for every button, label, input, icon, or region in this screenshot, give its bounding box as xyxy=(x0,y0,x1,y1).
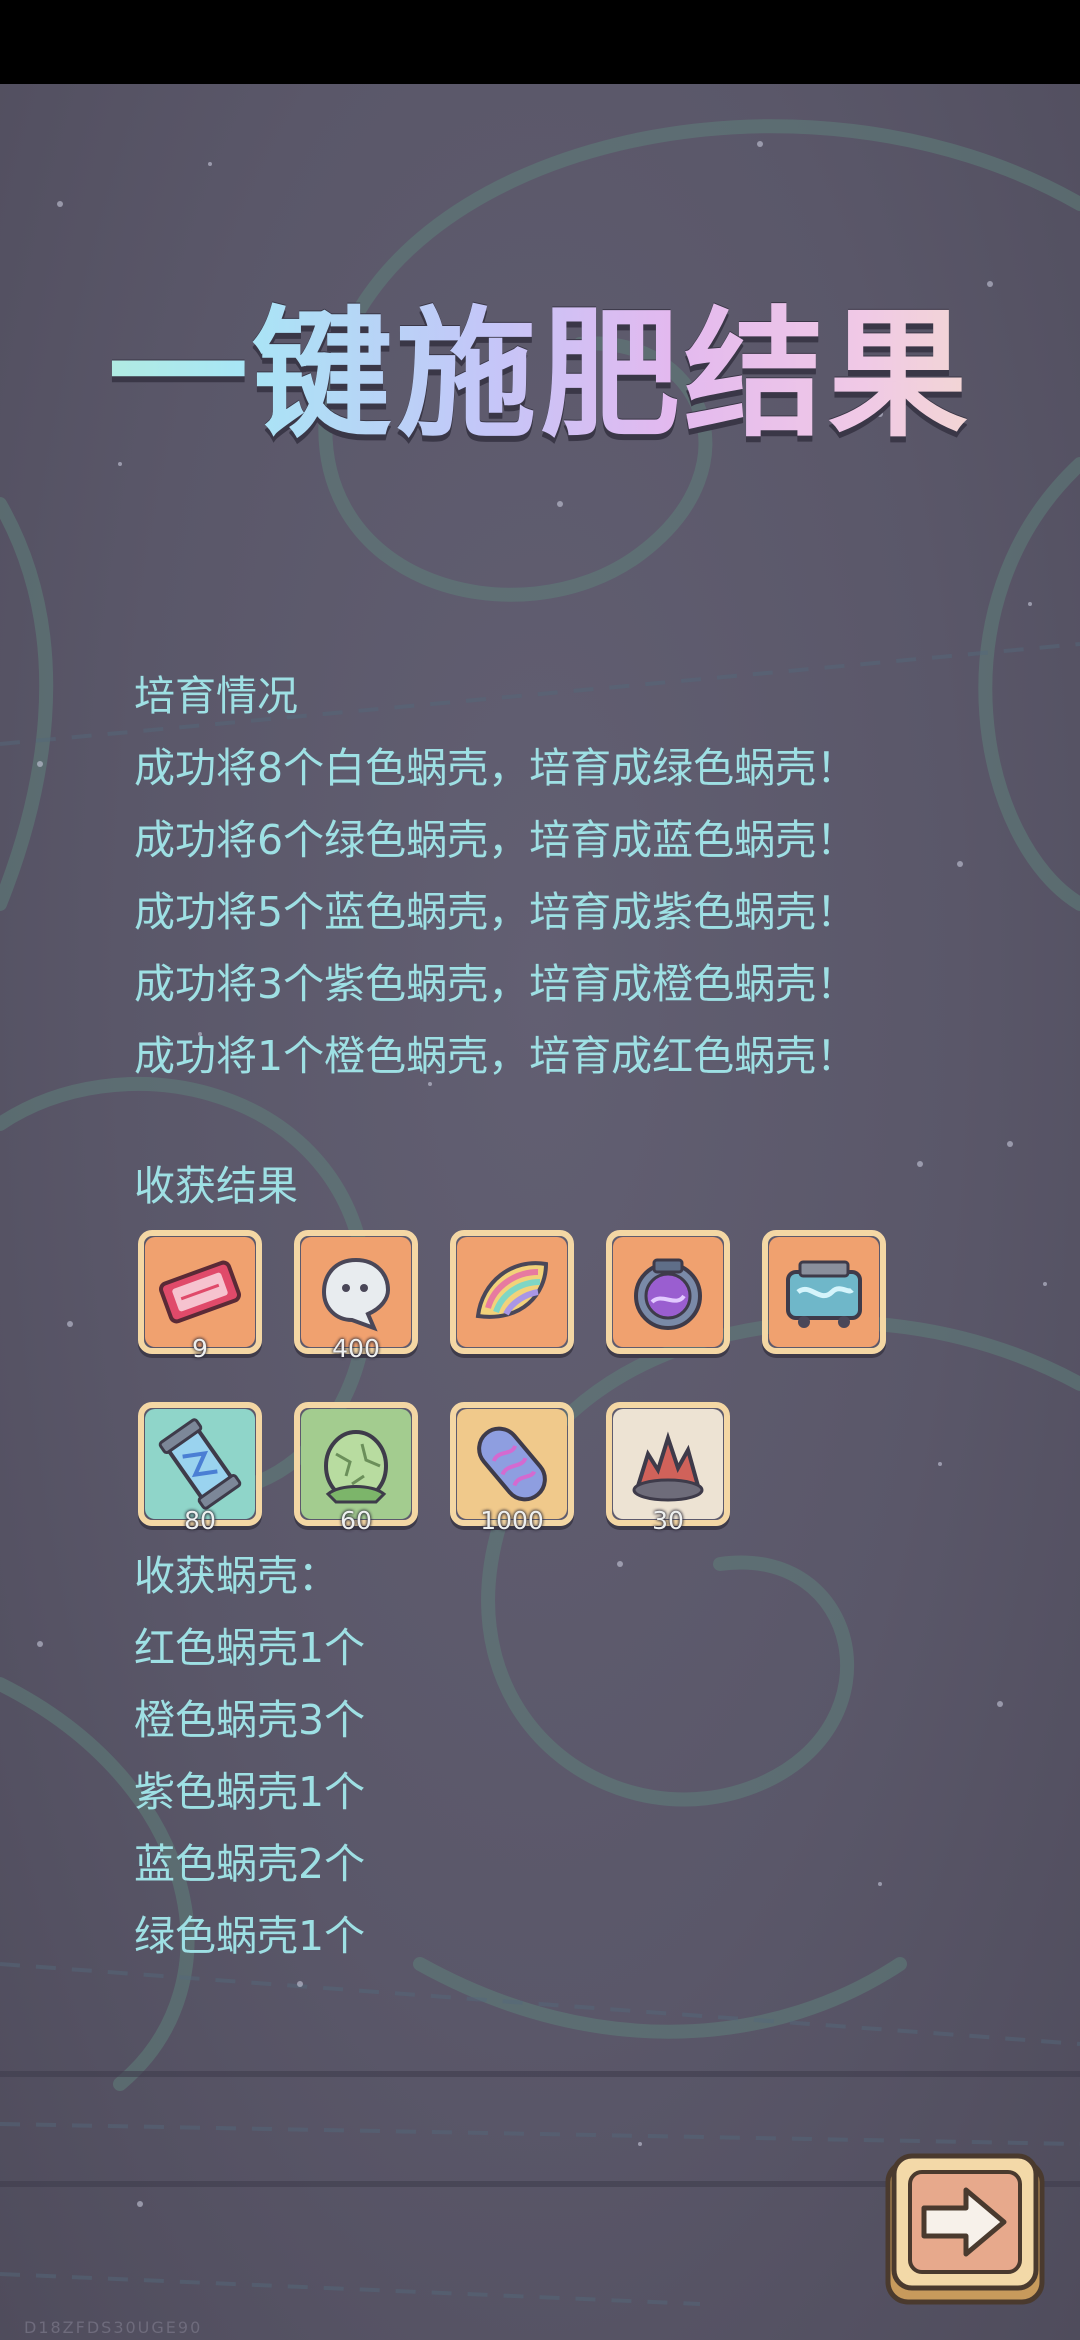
watermark: D18ZFDS30UGE90 xyxy=(24,2318,203,2337)
item-quantity: 9 xyxy=(192,1334,208,1363)
item-quantity: 60 xyxy=(340,1506,372,1535)
harvest-heading: 收获结果 xyxy=(134,1162,298,1210)
harvest-item[interactable]: 30 xyxy=(606,1402,730,1535)
harvest-item[interactable]: 60 xyxy=(294,1402,418,1535)
harvest-heading-wrap: 收获结果 xyxy=(134,1150,298,1222)
shells-heading: 收获蜗壳： xyxy=(134,1552,339,1600)
breeding-line: 成功将8个白色蜗壳，培育成绿色蜗壳！ xyxy=(134,744,858,792)
purple-pill-icon xyxy=(477,1426,547,1502)
item-quantity: 30 xyxy=(652,1506,684,1535)
harvest-item[interactable]: 1000 xyxy=(450,1402,574,1535)
breeding-line: 成功将1个橙色蜗壳，培育成红色蜗壳！ xyxy=(134,1032,858,1080)
blue-machine-icon xyxy=(786,1260,862,1328)
breeding-line: 成功将3个紫色蜗壳，培育成橙色蜗壳！ xyxy=(134,960,858,1008)
green-egg-icon xyxy=(324,1430,388,1504)
shell-line: 红色蜗壳1个 xyxy=(134,1624,366,1672)
item-quantity: 1000 xyxy=(480,1506,544,1535)
item-quantity: 400 xyxy=(332,1334,380,1363)
shell-line: 紫色蜗壳1个 xyxy=(134,1768,366,1816)
next-button[interactable] xyxy=(880,2150,1050,2310)
shell-line: 橙色蜗壳3个 xyxy=(134,1696,366,1744)
harvest-item[interactable]: 80 xyxy=(138,1402,262,1535)
breeding-line: 成功将6个绿色蜗壳，培育成蓝色蜗壳！ xyxy=(134,816,858,864)
purple-jar-icon xyxy=(634,1258,702,1330)
red-crystal-icon xyxy=(632,1431,704,1502)
harvest-item[interactable] xyxy=(450,1230,574,1354)
breeding-heading: 培育情况 xyxy=(134,672,298,720)
harvest-item[interactable]: 9 xyxy=(138,1230,262,1363)
shell-line: 绿色蜗壳1个 xyxy=(134,1912,366,1960)
result-title: 一键施肥结果 xyxy=(0,262,1080,464)
ghost-bubble-icon xyxy=(321,1257,391,1332)
harvest-item[interactable] xyxy=(606,1230,730,1354)
arrow-right-icon xyxy=(885,2153,1045,2305)
status-bar xyxy=(0,0,1080,84)
breeding-section: 培育情况 成功将8个白色蜗壳，培育成绿色蜗壳！ 成功将6个绿色蜗壳，培育成蓝色蜗… xyxy=(134,660,857,1092)
rainbow-shell-icon xyxy=(475,1261,549,1319)
shells-section: 收获蜗壳： 红色蜗壳1个 橙色蜗壳3个 紫色蜗壳1个 蓝色蜗壳2个 绿色蜗壳1个 xyxy=(134,1540,365,1972)
blue-capsule-icon xyxy=(158,1418,242,1510)
ticket-icon xyxy=(159,1260,241,1324)
shell-line: 蓝色蜗壳2个 xyxy=(134,1840,366,1888)
harvest-item[interactable]: 400 xyxy=(294,1230,418,1363)
breeding-line: 成功将5个蓝色蜗壳，培育成紫色蜗壳！ xyxy=(134,888,858,936)
item-quantity: 80 xyxy=(184,1506,216,1535)
harvest-item[interactable] xyxy=(762,1230,886,1354)
